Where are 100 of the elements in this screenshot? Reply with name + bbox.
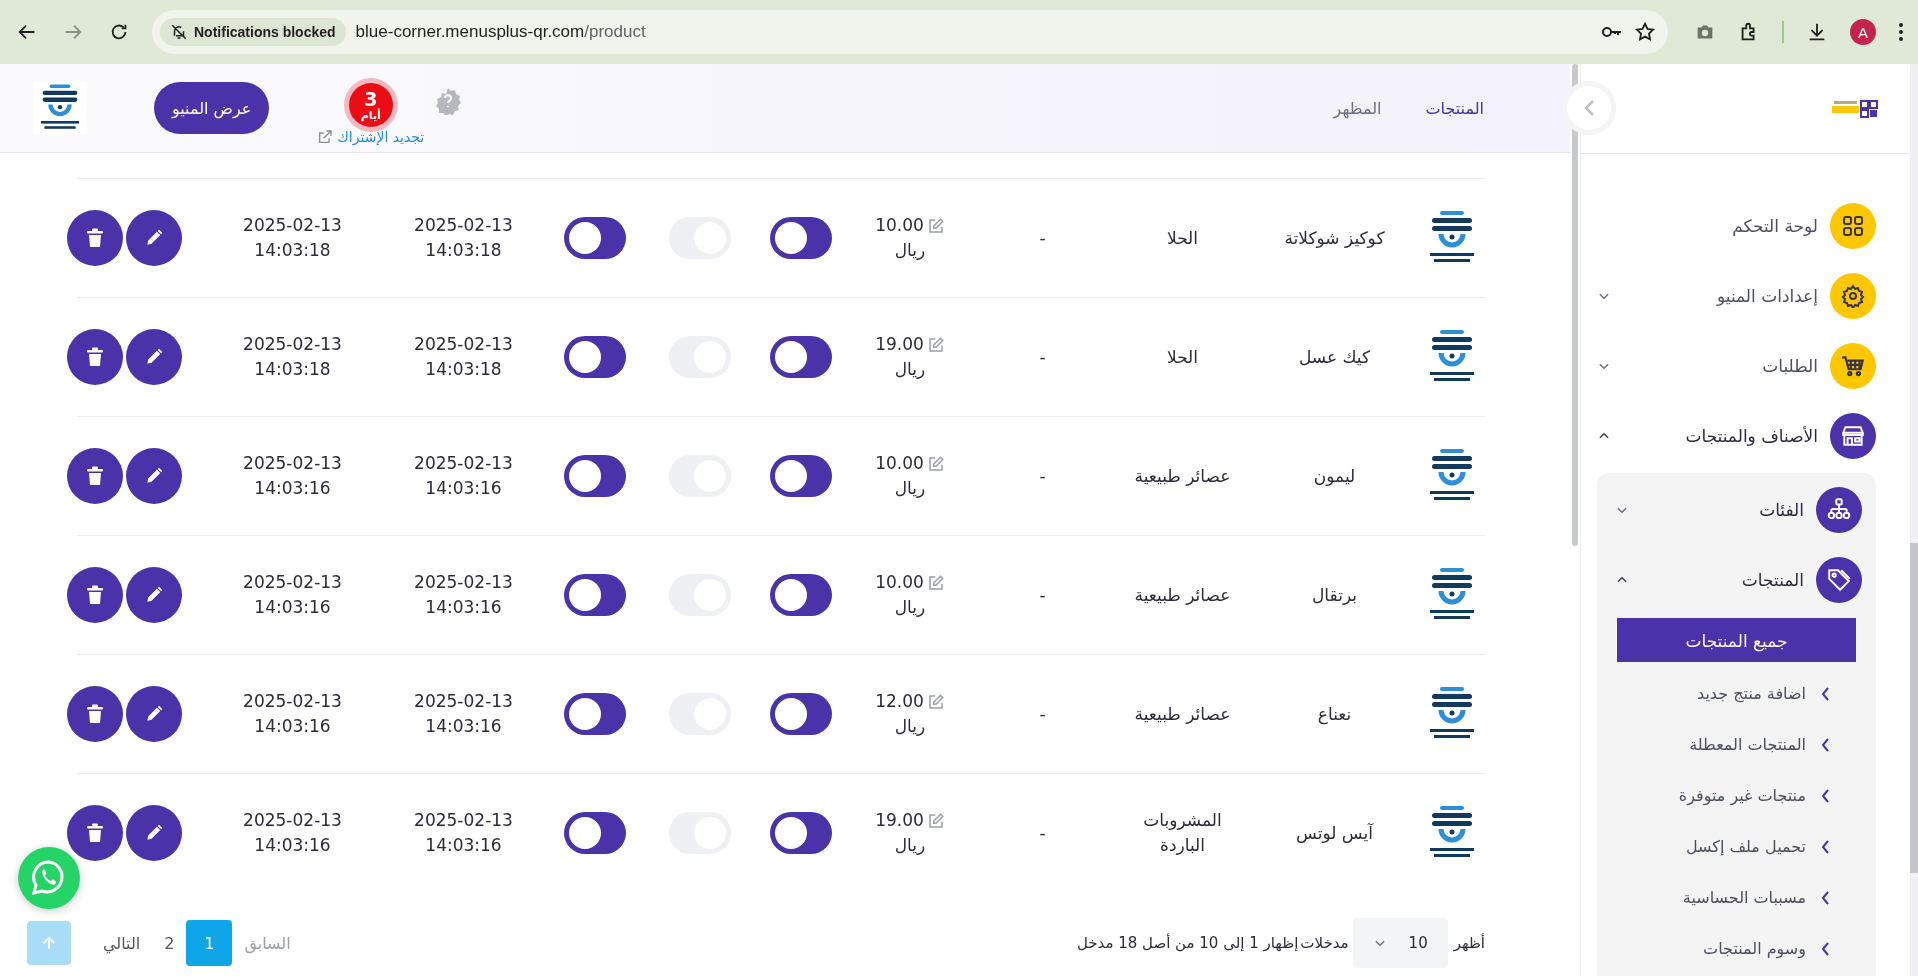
date-time-text: 2025-02-13 14:03:16	[414, 690, 513, 738]
date-time-text: 2025-02-13 14:03:16	[414, 452, 513, 500]
toggle-switch[interactable]	[563, 574, 626, 616]
edit-price-icon[interactable]	[926, 216, 945, 235]
product-name: ليمون	[1312, 464, 1357, 488]
tag-icon	[1826, 567, 1852, 593]
table-cell-text: -	[1038, 345, 1047, 369]
scrollbar-thumb[interactable]	[1910, 543, 1918, 873]
trash-icon	[86, 704, 104, 724]
bell-off-icon	[170, 23, 188, 41]
scrollbar-thumb[interactable]	[1572, 64, 1578, 546]
url-text[interactable]: blue-corner.menusplus-qr.com/product	[355, 22, 1590, 42]
date-time-text: 2025-02-13 14:03:16	[243, 690, 342, 738]
toggle-switch[interactable]	[770, 812, 832, 854]
category-text: المشروبات الباردة	[1142, 809, 1223, 857]
delete-button[interactable]	[67, 329, 123, 385]
date-time-text: 2025-02-13 14:03:18	[243, 333, 342, 381]
currency-text: ريال	[894, 358, 926, 381]
submenu-link[interactable]: جميع المنتجات	[1617, 618, 1856, 662]
toggle-switch[interactable]	[770, 336, 832, 378]
edit-price-icon[interactable]	[926, 811, 945, 830]
toggle-switch[interactable]	[563, 336, 626, 378]
submenu-link[interactable]: منتجات غير متوفرة	[1597, 770, 1876, 821]
table-cell-text: -	[1038, 821, 1047, 845]
submenu-link[interactable]: المنتجات المعطلة	[1597, 719, 1876, 770]
chevron-left-icon	[1820, 685, 1830, 702]
edit-button[interactable]	[126, 210, 182, 266]
dashboard-icon	[1841, 214, 1865, 238]
address-bar[interactable]: Notifications blocked blue-corner.menusplus-qr.com/product	[152, 10, 1668, 54]
page-size-select[interactable]: 10	[1352, 918, 1448, 968]
external-link-icon	[317, 129, 334, 145]
currency-text: ريال	[894, 239, 926, 262]
renew-subscription-link[interactable]: تجديد الإشتراك	[317, 129, 425, 145]
delete-button[interactable]	[67, 567, 123, 623]
trash-icon	[86, 228, 104, 248]
product-name: كوكيز شوكلاتة	[1283, 226, 1386, 250]
price-text: 10.00	[875, 214, 924, 238]
price-text: 19.00	[875, 809, 924, 833]
chevron-left-icon	[1583, 99, 1595, 117]
price-text: 19.00	[875, 333, 924, 357]
delete-button[interactable]	[67, 448, 123, 504]
toggle-switch[interactable]	[770, 217, 832, 259]
date-time-text: 2025-02-13 14:03:18	[243, 214, 342, 262]
edit-price-icon[interactable]	[926, 692, 945, 711]
chevron-left-icon	[1820, 787, 1830, 804]
edit-button[interactable]	[126, 805, 182, 861]
toggle-switch[interactable]	[770, 693, 832, 735]
delete-button[interactable]	[67, 210, 123, 266]
notifications-blocked-chip[interactable]: Notifications blocked	[160, 18, 346, 46]
edit-price-icon[interactable]	[926, 454, 945, 473]
category-text: عصائر طبيعية	[1133, 464, 1232, 488]
sidebar-item[interactable]: الطلبات	[1581, 331, 1910, 401]
star-icon[interactable]	[1634, 21, 1656, 43]
toggle-switch[interactable]	[770, 574, 832, 616]
page-button[interactable]: 2	[152, 920, 187, 966]
chevron-left-icon	[1820, 889, 1830, 906]
price-text: 10.00	[875, 571, 924, 595]
sidebar-item[interactable]: الأصناف والمنتجات	[1581, 401, 1910, 471]
category-text: الحلا	[1166, 345, 1199, 369]
edit-price-icon[interactable]	[926, 335, 945, 354]
submenu-link[interactable]: تحميل ملف إكسل	[1597, 821, 1876, 872]
nav-tab[interactable]: المنتجات	[1425, 98, 1484, 118]
edit-button[interactable]	[126, 448, 182, 504]
profile-avatar[interactable]: A	[1850, 19, 1876, 45]
chevron-left-icon	[1820, 940, 1830, 957]
edit-price-icon[interactable]	[926, 573, 945, 592]
submenu-link[interactable]: مسببات الحساسية	[1597, 872, 1876, 923]
pencil-icon	[144, 466, 164, 486]
submenu-item[interactable]: المنتجات	[1597, 545, 1876, 615]
toggle-switch[interactable]	[563, 455, 626, 497]
edit-button[interactable]	[126, 329, 182, 385]
date-time-text: 2025-02-13 14:03:16	[243, 452, 342, 500]
chevron-left-icon	[1820, 736, 1830, 753]
table-cell-text: -	[1038, 583, 1047, 607]
trash-icon	[86, 466, 104, 486]
next-page-button[interactable]: التالي	[91, 920, 153, 966]
sidebar-item[interactable]: إعدادات المنيو	[1581, 261, 1910, 331]
submenu-link[interactable]: وسوم المنتجات	[1597, 923, 1876, 974]
date-time-text: 2025-02-13 14:03:18	[414, 333, 513, 381]
toggle-switch[interactable]	[563, 693, 626, 735]
trash-icon	[86, 823, 104, 843]
toggle-switch[interactable]	[563, 217, 626, 259]
entries-info-text: إظهار 1 إلى 10 من أصل 18 مدخل	[1076, 934, 1299, 952]
submenu-item[interactable]: الفئات	[1597, 475, 1876, 545]
toggle-switch[interactable]	[770, 455, 832, 497]
sidebar-item[interactable]: لوحة التحكم	[1581, 191, 1910, 261]
submenu-link[interactable]: اضافة منتج جديد	[1597, 668, 1876, 719]
edit-button[interactable]	[126, 686, 182, 742]
delete-button[interactable]	[67, 805, 123, 861]
date-time-text: 2025-02-13 14:03:16	[243, 571, 342, 619]
edit-button[interactable]	[126, 567, 182, 623]
delete-button[interactable]	[67, 686, 123, 742]
menu-icon[interactable]	[1898, 21, 1904, 43]
date-time-text: 2025-02-13 14:03:16	[414, 571, 513, 619]
view-menu-button[interactable]: عرض المنيو	[154, 82, 270, 134]
toggle-switch[interactable]	[563, 812, 626, 854]
entries-label: مدخلات	[1300, 934, 1349, 952]
logo-icon[interactable]	[1832, 99, 1878, 118]
pencil-icon	[144, 823, 164, 843]
nav-tab[interactable]: المظهر	[1333, 98, 1382, 118]
